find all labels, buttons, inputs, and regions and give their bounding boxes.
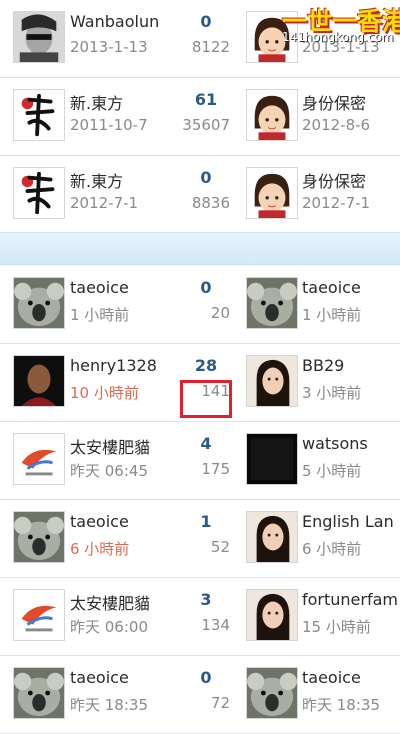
reply-count[interactable]: 61 (186, 90, 226, 109)
last-poster-name[interactable]: fortunerfam (302, 590, 398, 609)
calligraphy-logo-avatar[interactable] (13, 167, 65, 219)
woman-portrait-avatar[interactable] (246, 511, 298, 563)
koala-avatar[interactable] (246, 667, 298, 719)
bald-man-avatar[interactable] (13, 355, 65, 407)
view-count: 8836 (191, 194, 230, 212)
last-poster-name[interactable]: taeoice (302, 278, 361, 297)
thread-row: taeoice 1 小時前 0 20 taeoice 1 小時前 (0, 266, 400, 344)
last-post-time: 2012-8-6 (302, 116, 371, 134)
view-count: 134 (201, 616, 230, 634)
last-poster-name[interactable]: watsons (302, 434, 368, 453)
last-post-time: 6 小時前 (302, 540, 362, 558)
last-post-time: 2012-7-1 (302, 194, 371, 212)
view-count: 35607 (182, 116, 230, 134)
author-name[interactable]: taeoice (70, 278, 129, 297)
post-time: 2013-1-13 (70, 38, 148, 56)
reply-count[interactable]: 0 (186, 668, 226, 687)
author-name[interactable]: 新.東方 (70, 90, 123, 114)
reply-count[interactable]: 28 (186, 356, 226, 375)
koala-avatar[interactable] (13, 277, 65, 329)
last-poster-name[interactable]: 身份保密 (302, 168, 366, 192)
thread-row: 太安樓肥貓昨天 06:00 3 134 fortunerfam 15 小時前 (0, 578, 400, 656)
last-post-time: 5 小時前 (302, 462, 362, 480)
view-count: 72 (210, 694, 230, 712)
last-poster-name[interactable]: 身份保密 (302, 90, 366, 114)
view-count: 52 (210, 538, 230, 556)
author-name[interactable]: taeoice (70, 668, 129, 687)
last-post-time: 昨天 18:35 (302, 696, 380, 714)
post-time: 10 小時前 (70, 384, 139, 402)
airline-logo-avatar[interactable] (13, 433, 65, 485)
watermark-url: 141hongkong.com (282, 30, 394, 44)
thread-row: 太安樓肥貓昨天 06:45 4 175 watsons 5 小時前 (0, 422, 400, 500)
cartoon-girl-avatar[interactable] (246, 89, 298, 141)
post-time: 昨天 06:00 (70, 618, 148, 636)
post-time: 昨天 06:45 (70, 462, 148, 480)
man-sunglasses-avatar[interactable] (13, 11, 65, 63)
post-time: 6 小時前 (70, 540, 130, 558)
post-time: 昨天 18:35 (70, 696, 148, 714)
last-post-time: 3 小時前 (302, 384, 362, 402)
reply-count[interactable]: 3 (186, 590, 226, 609)
koala-avatar[interactable] (246, 277, 298, 329)
post-time: 2012-7-1 (70, 194, 139, 212)
last-poster-name[interactable]: English Lan (302, 512, 394, 531)
thread-row: taeoice 昨天 18:35 0 72 taeoice 昨天 18:35 (0, 656, 400, 734)
last-post-time: 1 小時前 (302, 306, 362, 324)
post-time: 1 小時前 (70, 306, 130, 324)
author-name[interactable]: Wanbaolun (70, 12, 159, 31)
author-name[interactable]: 新.東方 (70, 168, 123, 192)
reply-count[interactable]: 4 (186, 434, 226, 453)
koala-avatar[interactable] (13, 667, 65, 719)
woman-portrait-avatar[interactable] (246, 589, 298, 641)
last-poster-name[interactable]: BB29 (302, 356, 344, 375)
highlight-box (180, 380, 232, 418)
koala-avatar[interactable] (13, 511, 65, 563)
author-name[interactable]: taeoice (70, 512, 129, 531)
dark-avatar[interactable] (246, 433, 298, 485)
reply-count[interactable]: 0 (186, 168, 226, 187)
author-name[interactable]: 太安樓肥貓 (70, 434, 150, 458)
reply-count[interactable]: 1 (186, 512, 226, 531)
thread-row: 新.東方 2012-7-1 0 8836 身份保密 2012-7-1 (0, 156, 400, 234)
thread-row: 新.東方 2011-10-7 61 35607 身份保密 2012-8-6 (0, 78, 400, 156)
author-name[interactable]: henry1328 (70, 356, 157, 375)
view-count: 20 (210, 304, 230, 322)
section-separator (0, 232, 400, 265)
woman-portrait-avatar[interactable] (246, 355, 298, 407)
reply-count[interactable]: 0 (186, 278, 226, 297)
post-time: 2011-10-7 (70, 116, 148, 134)
site-watermark: 一世一香港 141hongkong.com (268, 0, 400, 54)
cartoon-girl-avatar[interactable] (246, 167, 298, 219)
last-post-time: 15 小時前 (302, 618, 371, 636)
thread-row: taeoice 6 小時前 1 52 English Lan 6 小時前 (0, 500, 400, 578)
reply-count[interactable]: 0 (186, 12, 226, 31)
view-count: 175 (201, 460, 230, 478)
calligraphy-logo-avatar[interactable] (13, 89, 65, 141)
last-poster-name[interactable]: taeoice (302, 668, 361, 687)
view-count: 8122 (191, 38, 230, 56)
author-name[interactable]: 太安樓肥貓 (70, 590, 150, 614)
airline-logo-avatar[interactable] (13, 589, 65, 641)
